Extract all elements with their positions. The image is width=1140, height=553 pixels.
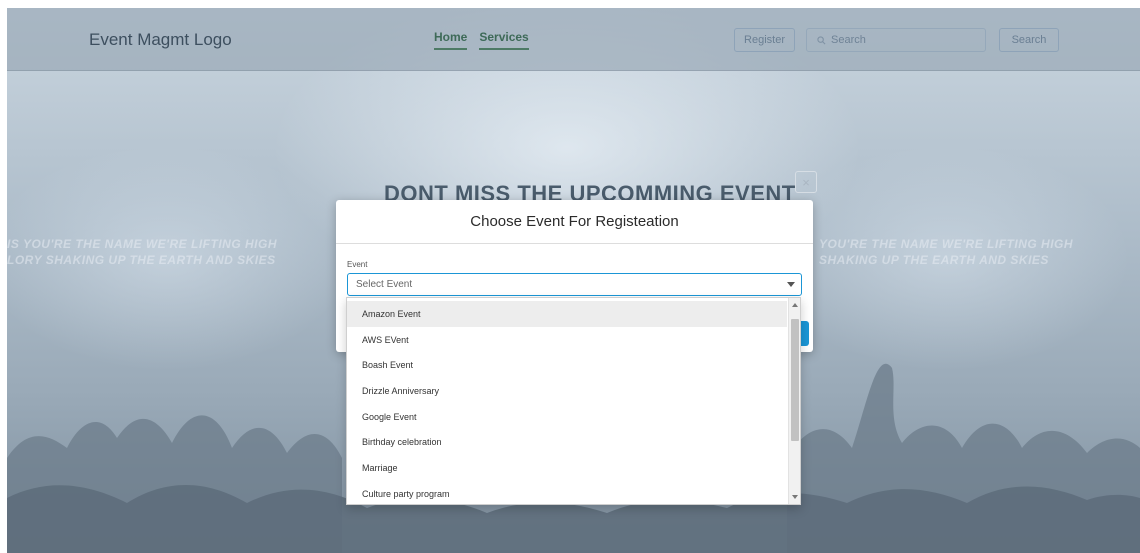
search-placeholder: Search [831, 34, 866, 46]
chevron-down-icon [787, 282, 795, 287]
scrollbar-thumb[interactable] [791, 319, 799, 441]
dropdown-scrollbar[interactable] [788, 298, 800, 504]
hero-left-lyrics: IS YOU'RE THE NAME WE'RE LIFTING HIGH LO… [7, 237, 277, 267]
event-field-label: Event [347, 260, 368, 269]
scroll-down-icon[interactable] [792, 495, 798, 499]
close-icon[interactable]: × [795, 171, 817, 193]
page-frame: IS YOU'RE THE NAME WE'RE LIFTING HIGH LO… [7, 8, 1140, 553]
modal-title: Choose Event For Registeation [336, 200, 813, 244]
brand-logo[interactable]: Event Magmt Logo [89, 30, 232, 50]
scroll-up-icon[interactable] [792, 303, 798, 307]
event-option-boash[interactable]: Boash Event [347, 352, 787, 378]
event-options-dropdown: Amazon Event AWS EVent Boash Event Drizz… [346, 297, 801, 505]
event-option-amazon[interactable]: Amazon Event [347, 301, 787, 327]
event-option-aws[interactable]: AWS EVent [347, 327, 787, 353]
nav-services-link[interactable]: Services [479, 30, 529, 50]
search-icon [817, 35, 826, 44]
event-option-drizzle[interactable]: Drizzle Anniversary [347, 378, 787, 404]
event-options-list: Amazon Event AWS EVent Boash Event Drizz… [347, 301, 787, 504]
search-button[interactable]: Search [999, 28, 1059, 52]
event-select-value: Select Event [356, 279, 413, 290]
navbar: Event Magmt Logo Home Services Register … [7, 8, 1140, 71]
event-option-google[interactable]: Google Event [347, 404, 787, 430]
event-select[interactable]: Select Event [347, 273, 802, 296]
register-button[interactable]: Register [734, 28, 795, 52]
event-option-marriage[interactable]: Marriage [347, 455, 787, 481]
search-input[interactable]: Search [806, 28, 986, 52]
hero-right-lyrics: YOU'RE THE NAME WE'RE LIFTING HIGH SHAKI… [819, 237, 1074, 267]
event-option-birthday[interactable]: Birthday celebration [347, 429, 787, 455]
event-option-culture-party[interactable]: Culture party program [347, 481, 787, 504]
nav-home-link[interactable]: Home [434, 30, 468, 50]
nav-links: Home Services [434, 30, 529, 50]
